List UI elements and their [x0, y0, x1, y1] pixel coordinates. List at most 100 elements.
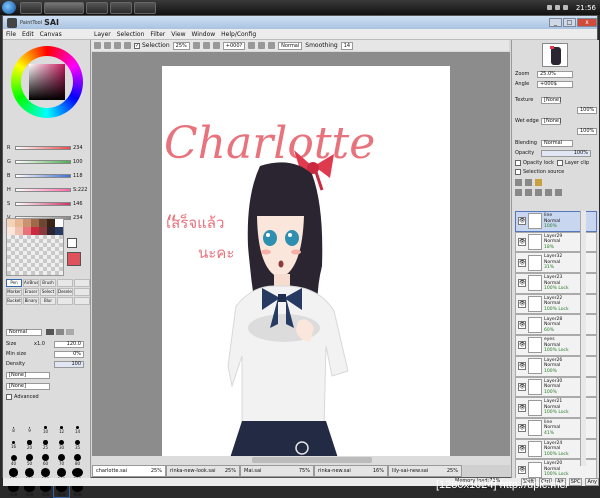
brush-size-cell[interactable]: 50	[22, 453, 37, 467]
menu-window[interactable]: Window	[189, 31, 219, 38]
eye-icon[interactable]: 👁	[518, 465, 526, 474]
new-linework-layer-icon[interactable]	[525, 178, 532, 186]
eye-icon[interactable]: 👁	[518, 300, 526, 309]
taskbar-app-button-active[interactable]	[44, 1, 84, 14]
slider-track[interactable]	[15, 173, 71, 178]
taskbar-app-button[interactable]	[134, 1, 156, 14]
new-folder-icon[interactable]	[535, 178, 542, 186]
swatch[interactable]	[31, 227, 39, 235]
angle-field[interactable]: +000?	[222, 41, 246, 50]
tool-slot[interactable]	[57, 297, 73, 305]
invert-selection-icon[interactable]	[124, 42, 131, 49]
swatch[interactable]	[47, 227, 55, 235]
brush-size-cell[interactable]: 20	[22, 438, 37, 452]
tool-marker[interactable]: Marker	[6, 288, 22, 296]
color-slider-r[interactable]: R 234	[7, 144, 89, 151]
brush-size-cell[interactable]: 9	[22, 423, 37, 437]
menu-selection[interactable]: Selection	[114, 31, 148, 38]
swatch[interactable]	[39, 219, 47, 227]
size-slider[interactable]: 120.0	[54, 340, 84, 348]
swatch[interactable]	[7, 219, 15, 227]
menu-file[interactable]: File	[3, 31, 19, 38]
tool-blur[interactable]: Blur	[40, 297, 56, 305]
advanced-checkbox[interactable]	[6, 394, 12, 400]
brush-size-cell[interactable]: 35	[70, 438, 85, 452]
tool-eraser[interactable]: Eraser	[23, 288, 39, 296]
tool-pen[interactable]: Pen	[6, 279, 22, 287]
brush-size-cell[interactable]: 80	[70, 453, 85, 467]
saturation-value-square[interactable]	[29, 64, 65, 100]
tool-slot[interactable]	[74, 297, 90, 305]
brush-shape-icon[interactable]	[46, 329, 54, 335]
wet-edge-select[interactable]: [None]	[541, 117, 561, 125]
menu-view[interactable]: View	[168, 31, 188, 38]
eye-icon[interactable]: 👁	[518, 320, 526, 329]
zoom-value[interactable]: 25.0%	[537, 70, 573, 78]
canvas-area[interactable]: Charlotte เสร็จแล้ว นะคะ “	[92, 52, 510, 456]
file-tab[interactable]: Mai.sai 75%	[240, 465, 314, 477]
eye-icon[interactable]: 👁	[518, 382, 526, 391]
undo-icon[interactable]	[94, 42, 101, 49]
opacity-slider[interactable]: 100%	[541, 149, 591, 157]
file-tab[interactable]: charlotte.sai 25%	[92, 465, 166, 477]
color-wheel[interactable]	[11, 46, 83, 118]
tray-icon[interactable]	[562, 5, 568, 10]
tray-icon[interactable]	[546, 5, 552, 10]
zoom-in-icon[interactable]	[192, 42, 200, 49]
selection-toggle[interactable]: ✓ Selection	[134, 42, 170, 49]
drawing-paper[interactable]: Charlotte เสร็จแล้ว นะคะ “	[162, 66, 450, 456]
scroll-thumb[interactable]	[252, 457, 372, 463]
brush-shape-icon[interactable]	[56, 329, 64, 335]
transfer-down-icon[interactable]	[515, 188, 522, 196]
slider-track[interactable]	[15, 159, 71, 164]
minimize-button[interactable]: _	[549, 18, 562, 27]
tray-icon[interactable]	[554, 5, 560, 10]
effect-width-field[interactable]: 100%	[577, 127, 597, 135]
start-button[interactable]	[2, 1, 16, 14]
layer-clip-checkbox[interactable]	[557, 160, 563, 166]
texture-select[interactable]: [None]	[541, 96, 561, 104]
smoothing-field[interactable]: 14	[340, 41, 354, 50]
eye-icon[interactable]: 👁	[518, 217, 526, 226]
new-layer-icon[interactable]	[515, 178, 522, 186]
swatch[interactable]	[23, 219, 31, 227]
tool-slot[interactable]	[74, 279, 90, 287]
delete-layer-icon[interactable]	[545, 188, 552, 196]
texture-scale-field[interactable]: 100%	[577, 106, 597, 114]
swatch[interactable]	[47, 219, 55, 227]
eye-icon[interactable]: 👁	[518, 403, 526, 412]
size-multiplier[interactable]: x1.0	[34, 341, 54, 347]
clear-layer-icon[interactable]	[535, 188, 542, 196]
angle-value[interactable]: +000$	[537, 80, 573, 88]
brush-size-cell[interactable]: 16	[6, 438, 21, 452]
density-slider[interactable]: 100	[54, 360, 84, 368]
color-slider-h[interactable]: H S:222	[7, 186, 89, 193]
opacity-lock-checkbox[interactable]	[515, 160, 521, 166]
menu-help-config[interactable]: Help/Config	[218, 31, 259, 38]
brush-mode-select[interactable]: Normal	[6, 328, 42, 336]
zoom-field[interactable]: 25%	[172, 41, 190, 50]
tool-slot[interactable]	[74, 288, 90, 296]
file-tab[interactable]: lily-sai-new.sai 25%	[388, 465, 462, 477]
file-tab[interactable]: rinka-new.sai 16%	[314, 465, 388, 477]
taskbar-app-button[interactable]	[86, 1, 108, 14]
tool-binary[interactable]: Binary	[23, 297, 39, 305]
paper-texture-select[interactable]: [None]	[6, 371, 50, 379]
brush-size-cell[interactable]: 10	[38, 423, 53, 437]
eye-icon[interactable]: 👁	[518, 362, 526, 371]
eye-icon[interactable]: 👁	[518, 258, 526, 267]
menu-layer[interactable]: Layer	[91, 31, 114, 38]
layer-scrollbar[interactable]	[580, 211, 586, 466]
color-slider-b[interactable]: B 118	[7, 172, 89, 179]
tool-deselect[interactable]: Deselect	[57, 288, 73, 296]
swatch[interactable]	[55, 227, 63, 235]
brush-size-cell[interactable]: 14	[70, 423, 85, 437]
brush-size-cell[interactable]: 40	[6, 453, 21, 467]
brush-size-cell[interactable]: 12	[54, 423, 69, 437]
deselect-icon[interactable]	[114, 42, 121, 49]
swatch[interactable]	[31, 219, 39, 227]
brush-shape-icon[interactable]	[66, 329, 74, 335]
color-slider-g[interactable]: G 100	[7, 158, 89, 165]
tool-airbrush[interactable]: AirBrush	[23, 279, 39, 287]
tool-slot[interactable]	[57, 279, 73, 287]
